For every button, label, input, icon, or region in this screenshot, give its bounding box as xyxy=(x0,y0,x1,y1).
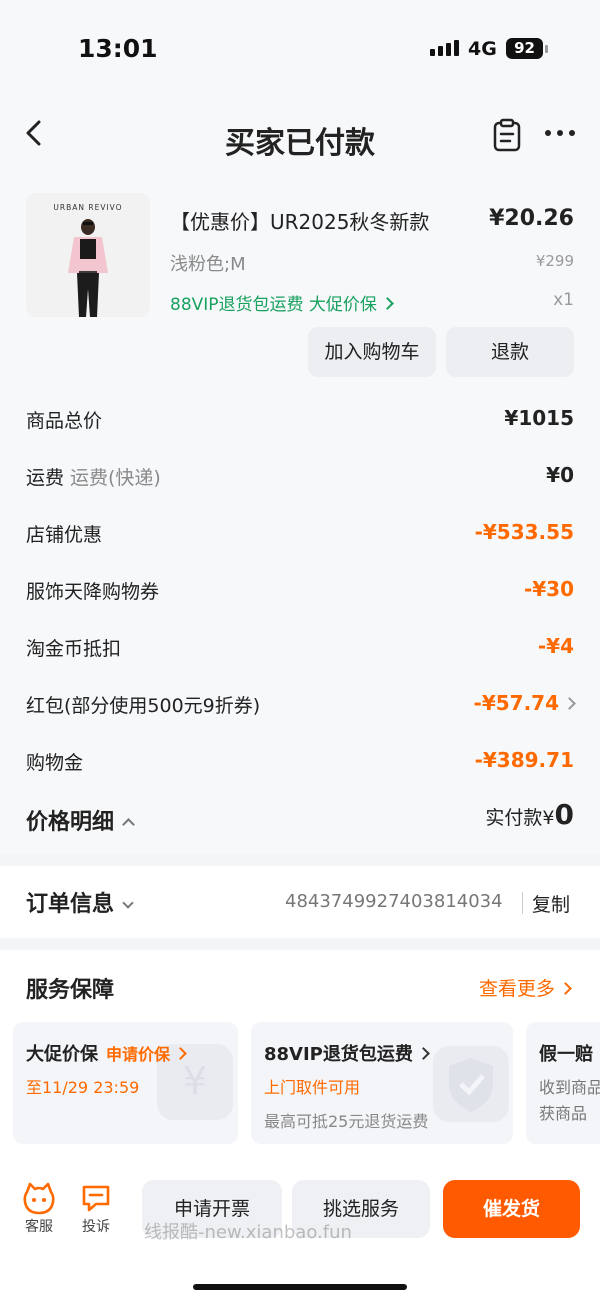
order-info-title: 订单信息 xyxy=(26,892,115,917)
paid-amount: 实付款¥0 xyxy=(485,798,574,831)
add-to-cart-button[interactable]: 加入购物车 xyxy=(308,327,436,377)
price-row-label: 店铺优惠 xyxy=(26,524,103,546)
price-row-value: -¥30 xyxy=(523,577,574,601)
service-card-price-protect[interactable]: ¥ 大促价保 申请价保 至11/29 23:59 xyxy=(13,1022,238,1144)
card-line-3: 获商品 xyxy=(539,1104,588,1123)
chevron-right-icon xyxy=(559,982,572,995)
price-row-red-packet[interactable]: 红包(部分使用500元9折券) -¥57.74 xyxy=(26,691,576,721)
service-title: 服务保障 xyxy=(26,978,115,1003)
more-icon[interactable] xyxy=(545,130,575,136)
home-indicator[interactable] xyxy=(193,1284,407,1290)
clipboard-icon[interactable] xyxy=(492,118,522,152)
service-card-return-shipping[interactable]: 88VIP退货包运费 上门取件可用 最高可抵25元退货运费 xyxy=(251,1022,513,1144)
price-row-label: 运费 运费(快递) xyxy=(26,463,161,490)
customer-service-button[interactable] xyxy=(19,1182,59,1220)
price-row-value: -¥389.71 xyxy=(474,748,574,772)
card-head: 88VIP退货包运费 xyxy=(264,1040,430,1066)
price-row-label: 购物金 xyxy=(26,752,84,774)
price-row-value: ¥1015 xyxy=(504,406,574,430)
paid-label: 实付款¥ xyxy=(485,807,555,829)
product-spec: 浅粉色;M xyxy=(170,254,246,275)
shipping-label: 运费 xyxy=(26,467,65,489)
product-section: URBAN REVIVO 【优惠价】UR2025秋冬新款 ¥20.26 浅粉色;… xyxy=(0,182,600,854)
paid-value: 0 xyxy=(554,798,574,831)
red-packet-value: -¥57.74 xyxy=(473,691,559,715)
urge-shipping-button[interactable]: 催发货 xyxy=(443,1180,580,1238)
card-head: 大促价保 申请价保 xyxy=(26,1040,187,1066)
card-line-2: 收到商品 xyxy=(539,1078,600,1097)
apply-price-protect-label: 申请价保 xyxy=(106,1045,171,1064)
price-row-coupon: 服饰天降购物券 -¥30 xyxy=(26,577,574,607)
chevron-right-icon xyxy=(174,1047,187,1060)
customer-service-icon xyxy=(23,1182,55,1215)
product-quantity: x1 xyxy=(553,290,574,310)
card-max-deduct: 最高可抵25元退货运费 xyxy=(264,1112,429,1131)
divider xyxy=(522,892,523,914)
bottom-action-bar: 客服 投诉 申请开票 挑选服务 催发货 线报酷-new.xianbao.fun xyxy=(0,1166,600,1304)
battery-tip xyxy=(545,45,548,53)
price-row-shipping: 运费 运费(快递) ¥0 xyxy=(26,463,574,493)
order-number: 4843749927403814034 xyxy=(285,891,503,912)
price-row-label: 红包(部分使用500元9折券) xyxy=(26,695,261,717)
service-card-fake-compensation[interactable]: 假一赔 收到商品 获商品 xyxy=(526,1022,600,1144)
card-deadline: 至11/29 23:59 xyxy=(26,1078,140,1097)
price-detail-toggle[interactable]: 价格明细 xyxy=(26,804,135,836)
product-tags-text: 88VIP退货包运费 大促价保 xyxy=(170,295,377,315)
apply-price-protect-link[interactable]: 申请价保 xyxy=(106,1045,187,1064)
customer-service-label[interactable]: 客服 xyxy=(14,1216,64,1236)
battery-icon: 92 xyxy=(506,38,543,59)
product-image[interactable]: URBAN REVIVO xyxy=(26,193,150,317)
see-more-label: 查看更多 xyxy=(478,978,555,1000)
chevron-right-icon xyxy=(563,697,576,710)
copy-button[interactable]: 复制 xyxy=(532,890,570,917)
card-title: 88VIP退货包运费 xyxy=(264,1044,413,1065)
price-row-value: ¥0 xyxy=(546,463,574,487)
card-title: 假一赔 xyxy=(539,1044,593,1065)
signal-icon xyxy=(430,40,459,56)
service-section: 服务保障 查看更多 ¥ 大促价保 申请价保 至11/29 23:59 88VIP退… xyxy=(0,950,600,1166)
shield-watermark-icon xyxy=(433,1046,509,1122)
status-time: 13:01 xyxy=(78,34,158,63)
product-tags[interactable]: 88VIP退货包运费 大促价保 xyxy=(170,290,394,315)
product-original-price: ¥299 xyxy=(535,252,574,270)
complain-icon xyxy=(82,1185,110,1212)
product-price: ¥20.26 xyxy=(489,206,574,231)
price-row-coins: 淘金币抵扣 -¥4 xyxy=(26,634,574,664)
price-row-value: -¥533.55 xyxy=(474,520,574,544)
nav-bar: 买家已付款 xyxy=(0,96,600,182)
shield-icon xyxy=(449,1058,493,1112)
network-type: 4G xyxy=(468,38,497,60)
card-pickup: 上门取件可用 xyxy=(264,1078,361,1097)
price-row-shopping-gold: 购物金 -¥389.71 xyxy=(26,748,574,778)
order-info-toggle[interactable]: 订单信息 xyxy=(26,886,134,918)
price-row-label: 服饰天降购物券 xyxy=(26,581,160,603)
refund-button[interactable]: 退款 xyxy=(446,327,574,377)
shipping-method: 运费(快递) xyxy=(70,467,161,489)
chevron-up-icon xyxy=(122,818,135,831)
price-row-label: 淘金币抵扣 xyxy=(26,638,122,660)
complain-label[interactable]: 投诉 xyxy=(71,1216,121,1236)
see-more-link[interactable]: 查看更多 xyxy=(478,974,572,1001)
chevron-right-icon xyxy=(417,1047,430,1060)
price-detail-label: 价格明细 xyxy=(26,810,115,835)
price-row-label: 商品总价 xyxy=(26,410,103,432)
watermark-text: 线报酷-new.xianbao.fun xyxy=(144,1222,352,1243)
chevron-right-icon xyxy=(381,297,394,310)
order-info-section: 订单信息 4843749927403814034 复制 xyxy=(0,866,600,938)
status-bar: 13:01 4G 92 xyxy=(0,0,600,96)
price-row-store-discount: 店铺优惠 -¥533.55 xyxy=(26,520,574,550)
price-row-value: -¥4 xyxy=(537,634,574,658)
card-title: 大促价保 xyxy=(26,1044,98,1065)
complain-button[interactable] xyxy=(76,1182,116,1218)
product-model-figure xyxy=(68,219,108,317)
product-title[interactable]: 【优惠价】UR2025秋冬新款 xyxy=(170,206,429,235)
price-row-total: 商品总价 ¥1015 xyxy=(26,406,574,436)
chevron-down-icon xyxy=(122,897,134,909)
price-row-value: -¥57.74 xyxy=(473,691,576,715)
svg-text:¥: ¥ xyxy=(183,1059,207,1103)
